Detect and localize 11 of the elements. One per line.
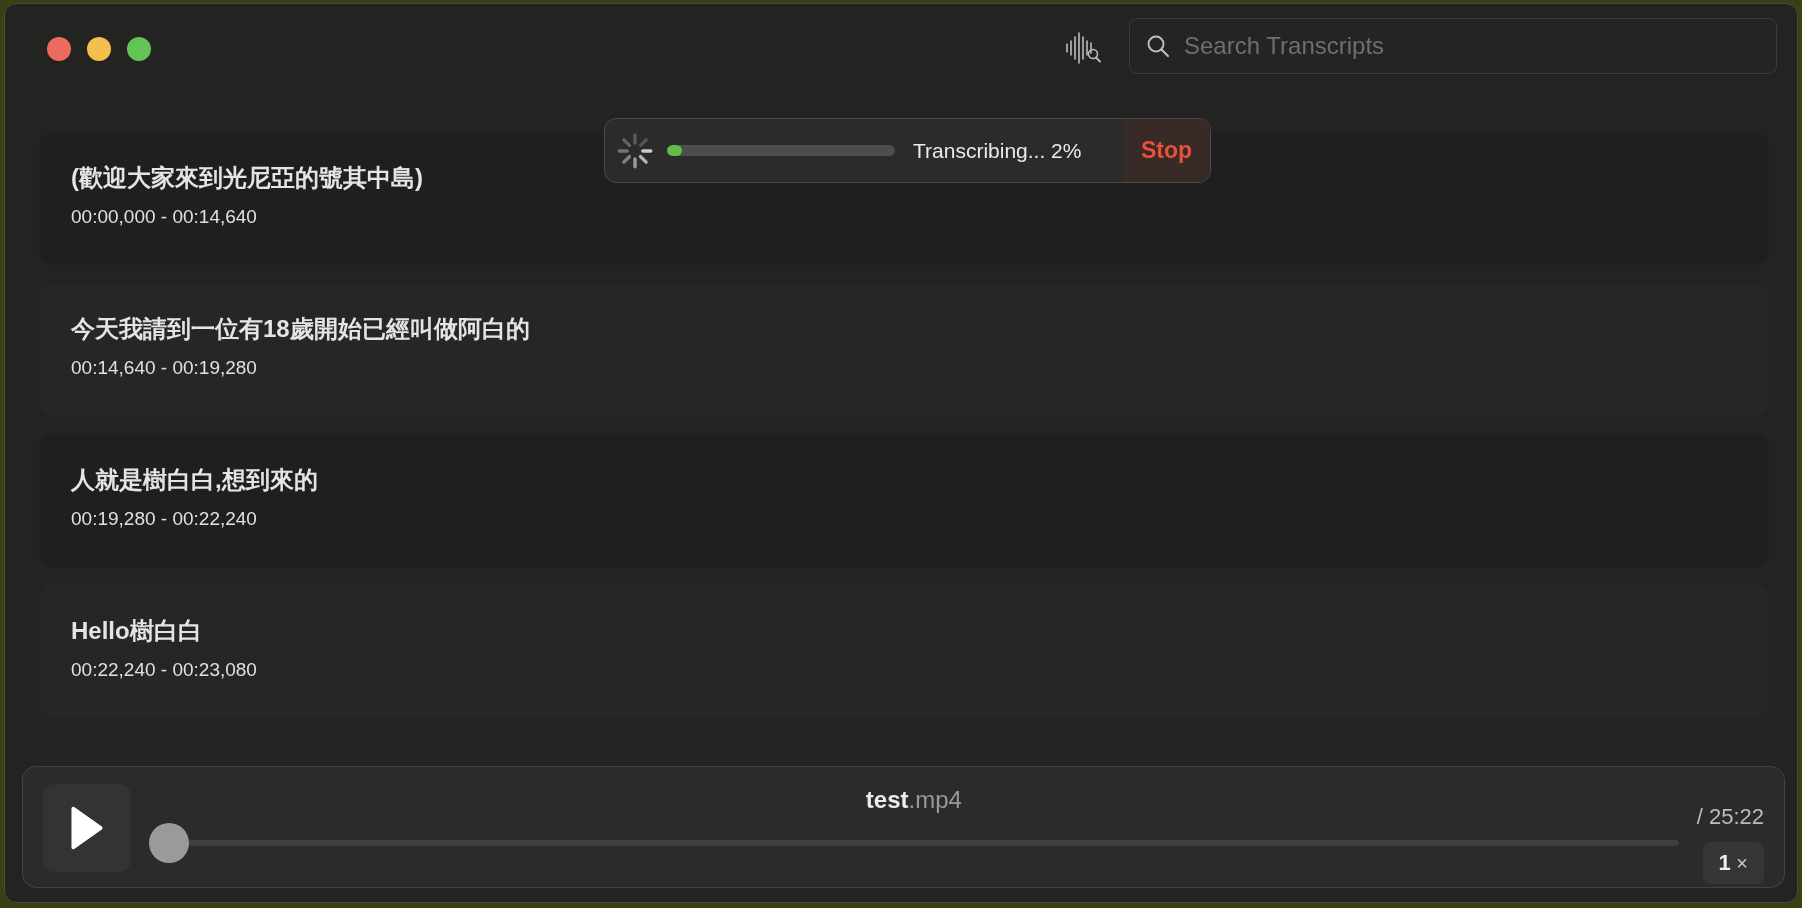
transcript-text: (歡迎大家來到光尼亞的號其中島) (71, 163, 423, 193)
file-name: test.mp4 (865, 786, 962, 814)
timestamp: 00:19,280 - 00:22,240 (71, 508, 257, 530)
duration: / 25:22 (1696, 804, 1764, 830)
progress-label: Transcribing... 2% (913, 138, 1082, 163)
timestamp: 00:00,000 - 00:14,640 (71, 206, 257, 228)
timestamp: 00:22,240 - 00:23,080 (71, 659, 257, 681)
transcript-text: 今天我請到一位有18歲開始已經叫做阿白的 (71, 314, 530, 344)
transcript-text: 人就是樹白白,想到來的 (71, 465, 318, 495)
timestamp: 00:14,640 - 00:19,280 (71, 357, 257, 379)
transcript-text: Hello樹白白 (71, 616, 202, 646)
